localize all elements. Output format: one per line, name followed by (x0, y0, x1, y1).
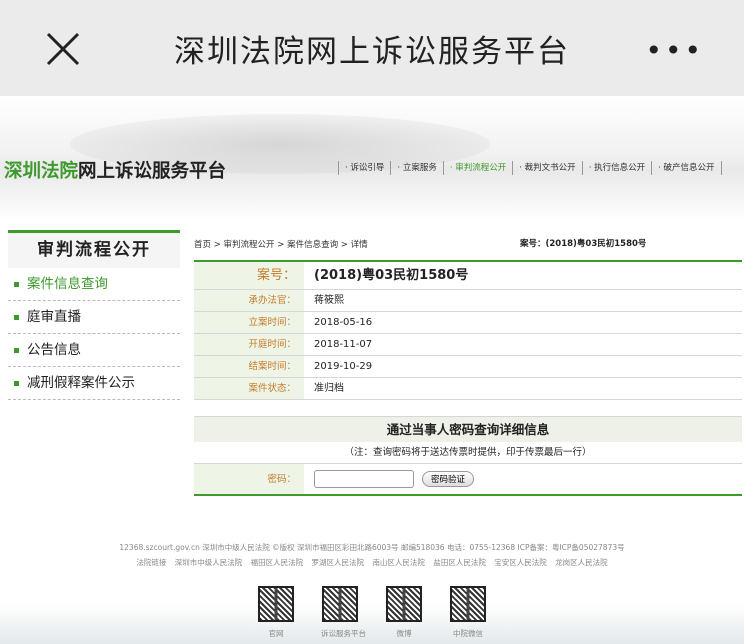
court-links: 法院链接 深圳市中级人民法院 福田区人民法院 罗湖区人民法院 南山区人民法院 盐… (0, 555, 744, 570)
court-link[interactable]: 南山区人民法院 (372, 558, 425, 567)
court-link[interactable]: 深圳市中级人民法院 (175, 558, 243, 567)
row-value: 2019-10-29 (314, 361, 373, 372)
sidebar: 审判流程公开 案件信息查询 庭审直播 公告信息 减刑假释案件公示 (8, 230, 180, 400)
court-links-label: 法院链接 (136, 558, 167, 567)
footer-copyright: 12368.szcourt.gov.cn 深圳市中级人民法院 ©版权 深圳市福田… (119, 543, 625, 552)
court-link[interactable]: 福田区人民法院 (251, 558, 304, 567)
qr-code-icon (322, 586, 358, 622)
table-row: 案件状态： 准归档 (194, 378, 742, 400)
breadcrumb-trial-process[interactable]: 审判流程公开 (224, 240, 275, 250)
footer: 12368.szcourt.gov.cn 深圳市中级人民法院 ©版权 深圳市福田… (0, 540, 744, 570)
qr-code-icon (258, 586, 294, 622)
bullet-icon (14, 347, 19, 353)
case-detail-table: 案号： (2018)粤03民初1580号 承办法官： 蒋筱熙 立案时间： 201… (194, 260, 742, 400)
verify-password-button[interactable]: 密码验证 (422, 471, 475, 487)
qr-litigation-platform[interactable]: 诉讼服务平台 (321, 586, 366, 639)
row-value: 2018-11-07 (314, 339, 373, 350)
qr-wechat[interactable]: 中院微信 (449, 586, 487, 639)
logo-highlight: 深圳法院 (4, 161, 79, 182)
court-link[interactable]: 宝安区人民法院 (494, 558, 547, 567)
row-value: 准归档 (314, 383, 344, 394)
password-note: （注：查询密码将于送达传票时提供，印于传票最后一行） (194, 442, 742, 464)
site-logo[interactable]: 深圳法院网上诉讼服务平台 (4, 157, 226, 183)
table-row: 案号： (2018)粤03民初1580号 (194, 262, 742, 290)
logo-text: 网上诉讼服务平台 (78, 161, 227, 182)
password-query-section: 通过当事人密码查询详细信息 （注：查询密码将于送达传票时提供，印于传票最后一行）… (194, 416, 742, 496)
qr-codes: 官网 诉讼服务平台 微博 中院微信 (0, 586, 744, 639)
nav-enforcement[interactable]: · 执行信息公开 (581, 161, 651, 175)
password-label: 密码： (194, 464, 304, 494)
bullet-icon (14, 281, 19, 287)
table-row: 结案时间： 2019-10-29 (194, 356, 742, 378)
app-title: 深圳法院网上诉讼服务平台 (174, 34, 570, 70)
nav-trial-process[interactable]: · 审判流程公开 (442, 161, 512, 175)
qr-code-icon (386, 586, 422, 622)
row-label: 立案时间： (194, 312, 304, 333)
row-label: 案号： (194, 262, 304, 289)
row-value: 2018-05-16 (314, 317, 373, 328)
row-label: 承办法官： (194, 290, 304, 311)
bullet-icon (14, 314, 19, 320)
sidebar-title: 审判流程公开 (8, 230, 180, 268)
password-row: 密码： 密码验证 (194, 464, 742, 496)
breadcrumb: 首页 > 审判流程公开 > 案件信息查询 > 详情 (194, 240, 368, 250)
breadcrumb-current: 详情 (350, 240, 368, 250)
more-menu-icon[interactable]: ••• (645, 34, 704, 67)
sidebar-item-announcements[interactable]: 公告信息 (8, 334, 180, 367)
qr-weibo[interactable]: 微博 (385, 586, 423, 639)
row-label: 结案时间： (194, 356, 304, 377)
site-header: 深圳法院网上诉讼服务平台 · 诉讼引导 · 立案服务 · 审判流程公开 · 裁判… (0, 96, 744, 220)
court-link[interactable]: 盐田区人民法院 (433, 558, 486, 567)
table-row: 立案时间： 2018-05-16 (194, 312, 742, 334)
sidebar-item-commutation[interactable]: 减刑假释案件公示 (8, 367, 180, 400)
bullet-icon (14, 380, 19, 386)
breadcrumb-case-query[interactable]: 案件信息查询 (287, 240, 338, 250)
row-label: 案件状态： (194, 378, 304, 399)
court-link[interactable]: 罗湖区人民法院 (312, 558, 365, 567)
nav-judgments[interactable]: · 裁判文书公开 (512, 161, 581, 175)
nav-litigation-guide[interactable]: · 诉讼引导 (338, 161, 390, 175)
app-bar: 深圳法院网上诉讼服务平台 ••• (0, 0, 744, 96)
top-nav: · 诉讼引导 · 立案服务 · 审判流程公开 · 裁判文书公开 · 执行信息公开… (338, 161, 722, 175)
password-input[interactable] (314, 470, 414, 488)
password-heading: 通过当事人密码查询详细信息 (194, 416, 742, 442)
qr-code-icon (450, 586, 486, 622)
sidebar-item-live-trial[interactable]: 庭审直播 (8, 301, 180, 334)
sidebar-item-case-query[interactable]: 案件信息查询 (8, 268, 180, 301)
breadcrumb-home[interactable]: 首页 (194, 240, 211, 250)
table-row: 开庭时间： 2018-11-07 (194, 334, 742, 356)
row-value: (2018)粤03民初1580号 (314, 268, 469, 283)
table-row: 承办法官： 蒋筱熙 (194, 290, 742, 312)
nav-filing-service[interactable]: · 立案服务 (390, 161, 442, 175)
row-value: 蒋筱熙 (314, 295, 344, 306)
court-link[interactable]: 龙岗区人民法院 (555, 558, 608, 567)
case-number-header: 案号：(2018)粤03民初1580号 (520, 239, 647, 249)
nav-bankruptcy[interactable]: · 破产信息公开 (651, 161, 722, 175)
row-label: 开庭时间： (194, 334, 304, 355)
qr-official-site[interactable]: 官网 (257, 586, 295, 639)
